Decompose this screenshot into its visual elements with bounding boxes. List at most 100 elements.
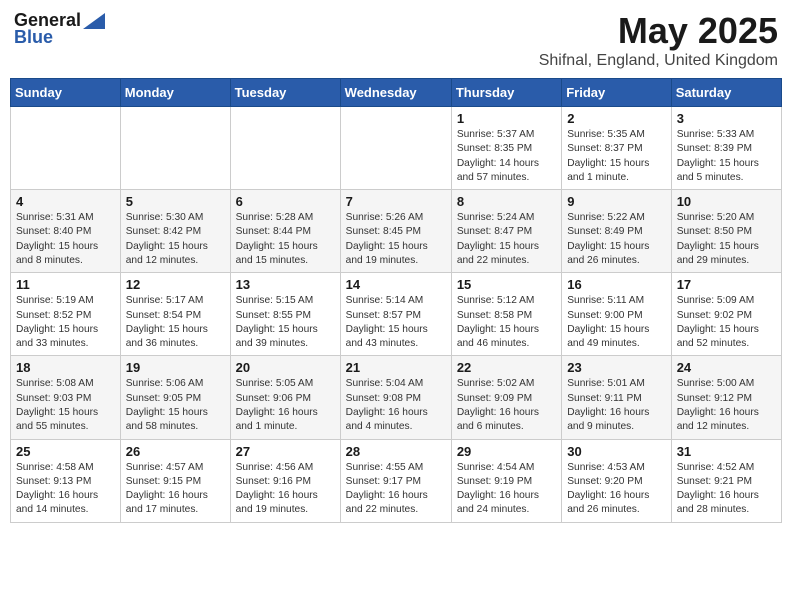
day-number: 23 <box>567 360 665 375</box>
day-number: 19 <box>126 360 225 375</box>
day-number: 20 <box>236 360 335 375</box>
cell-text: Sunset: 8:40 PM <box>16 225 115 239</box>
day-number: 8 <box>457 194 556 209</box>
calendar-cell: 10Sunrise: 5:20 AMSunset: 8:50 PMDayligh… <box>671 190 781 273</box>
cell-text: Daylight: 16 hours and 22 minutes. <box>346 489 446 518</box>
day-number: 7 <box>346 194 446 209</box>
cell-text: Sunset: 9:02 PM <box>677 309 776 323</box>
calendar-cell: 11Sunrise: 5:19 AMSunset: 8:52 PMDayligh… <box>11 273 121 356</box>
cell-text: Daylight: 15 hours and 46 minutes. <box>457 323 556 352</box>
cell-text: Sunset: 9:12 PM <box>677 392 776 406</box>
day-number: 26 <box>126 444 225 459</box>
day-number: 30 <box>567 444 665 459</box>
cell-text: Sunrise: 4:52 AM <box>677 461 776 475</box>
cell-text: Sunset: 9:21 PM <box>677 475 776 489</box>
cell-text: Sunset: 8:55 PM <box>236 309 335 323</box>
calendar-day-header: Sunday <box>11 79 121 107</box>
day-number: 6 <box>236 194 335 209</box>
day-number: 10 <box>677 194 776 209</box>
cell-text: Sunrise: 5:00 AM <box>677 377 776 391</box>
logo-icon <box>83 13 105 29</box>
day-number: 27 <box>236 444 335 459</box>
cell-text: Sunset: 8:45 PM <box>346 225 446 239</box>
calendar-cell: 23Sunrise: 5:01 AMSunset: 9:11 PMDayligh… <box>562 356 671 439</box>
calendar-day-header: Tuesday <box>230 79 340 107</box>
cell-text: Sunset: 8:58 PM <box>457 309 556 323</box>
day-number: 9 <box>567 194 665 209</box>
cell-text: Daylight: 16 hours and 19 minutes. <box>236 489 335 518</box>
cell-text: Sunrise: 5:02 AM <box>457 377 556 391</box>
cell-text: Sunset: 9:20 PM <box>567 475 665 489</box>
calendar-cell: 3Sunrise: 5:33 AMSunset: 8:39 PMDaylight… <box>671 107 781 190</box>
cell-text: Sunrise: 5:24 AM <box>457 211 556 225</box>
calendar-cell: 21Sunrise: 5:04 AMSunset: 9:08 PMDayligh… <box>340 356 451 439</box>
calendar-cell: 15Sunrise: 5:12 AMSunset: 8:58 PMDayligh… <box>451 273 561 356</box>
day-number: 18 <box>16 360 115 375</box>
cell-text: Daylight: 15 hours and 22 minutes. <box>457 240 556 269</box>
cell-text: Sunrise: 5:30 AM <box>126 211 225 225</box>
cell-text: Sunset: 9:05 PM <box>126 392 225 406</box>
calendar-cell <box>230 107 340 190</box>
calendar-cell: 6Sunrise: 5:28 AMSunset: 8:44 PMDaylight… <box>230 190 340 273</box>
day-number: 3 <box>677 111 776 126</box>
cell-text: Daylight: 16 hours and 9 minutes. <box>567 406 665 435</box>
day-number: 13 <box>236 277 335 292</box>
cell-text: Sunset: 9:16 PM <box>236 475 335 489</box>
cell-text: Daylight: 15 hours and 33 minutes. <box>16 323 115 352</box>
cell-text: Daylight: 15 hours and 52 minutes. <box>677 323 776 352</box>
day-number: 24 <box>677 360 776 375</box>
cell-text: Sunset: 8:37 PM <box>567 142 665 156</box>
day-number: 21 <box>346 360 446 375</box>
cell-text: Sunset: 8:49 PM <box>567 225 665 239</box>
cell-text: Sunrise: 5:01 AM <box>567 377 665 391</box>
cell-text: Daylight: 15 hours and 12 minutes. <box>126 240 225 269</box>
cell-text: Sunrise: 5:15 AM <box>236 294 335 308</box>
calendar-cell: 7Sunrise: 5:26 AMSunset: 8:45 PMDaylight… <box>340 190 451 273</box>
calendar-cell: 14Sunrise: 5:14 AMSunset: 8:57 PMDayligh… <box>340 273 451 356</box>
calendar-cell: 13 Sunrise: 5:15 AMSunset: 8:55 PMDayligh… <box>230 273 340 356</box>
cell-text: Sunrise: 5:11 AM <box>567 294 665 308</box>
cell-text: Daylight: 16 hours and 6 minutes. <box>457 406 556 435</box>
calendar-week-row: 4Sunrise: 5:31 AMSunset: 8:40 PMDaylight… <box>11 190 782 273</box>
calendar-cell: 20Sunrise: 5:05 AMSunset: 9:06 PMDayligh… <box>230 356 340 439</box>
cell-text: Sunrise: 5:26 AM <box>346 211 446 225</box>
cell-text: Daylight: 15 hours and 39 minutes. <box>236 323 335 352</box>
calendar-header-row: SundayMondayTuesdayWednesdayThursdayFrid… <box>11 79 782 107</box>
cell-text: Daylight: 15 hours and 36 minutes. <box>126 323 225 352</box>
calendar-day-header: Thursday <box>451 79 561 107</box>
title-block: May 2025 Shifnal, England, United Kingdo… <box>539 10 778 70</box>
day-number: 31 <box>677 444 776 459</box>
day-number: 29 <box>457 444 556 459</box>
logo: General Blue <box>14 10 105 48</box>
cell-text: Sunset: 9:17 PM <box>346 475 446 489</box>
calendar-cell: 2Sunrise: 5:35 AMSunset: 8:37 PMDaylight… <box>562 107 671 190</box>
cell-text: Daylight: 15 hours and 29 minutes. <box>677 240 776 269</box>
calendar-cell: 27Sunrise: 4:56 AMSunset: 9:16 PMDayligh… <box>230 439 340 522</box>
day-number: 11 <box>16 277 115 292</box>
cell-text: Sunset: 8:57 PM <box>346 309 446 323</box>
cell-text: Sunrise: 5:22 AM <box>567 211 665 225</box>
calendar-cell: 1Sunrise: 5:37 AMSunset: 8:35 PMDaylight… <box>451 107 561 190</box>
calendar-cell: 29Sunrise: 4:54 AMSunset: 9:19 PMDayligh… <box>451 439 561 522</box>
calendar-cell: 28Sunrise: 4:55 AMSunset: 9:17 PMDayligh… <box>340 439 451 522</box>
cell-text: Sunset: 8:44 PM <box>236 225 335 239</box>
cell-text: Daylight: 16 hours and 12 minutes. <box>677 406 776 435</box>
cell-text: Sunrise: 5:17 AM <box>126 294 225 308</box>
cell-text: Sunrise: 5:33 AM <box>677 128 776 142</box>
cell-text: Daylight: 16 hours and 14 minutes. <box>16 489 115 518</box>
calendar-day-header: Monday <box>120 79 230 107</box>
cell-text: Daylight: 16 hours and 17 minutes. <box>126 489 225 518</box>
calendar-cell: 9Sunrise: 5:22 AMSunset: 8:49 PMDaylight… <box>562 190 671 273</box>
calendar-cell <box>120 107 230 190</box>
calendar-week-row: 18Sunrise: 5:08 AMSunset: 9:03 PMDayligh… <box>11 356 782 439</box>
cell-text: Sunset: 9:06 PM <box>236 392 335 406</box>
cell-text: Sunset: 8:47 PM <box>457 225 556 239</box>
day-number: 2 <box>567 111 665 126</box>
day-number: 5 <box>126 194 225 209</box>
calendar-cell: 18Sunrise: 5:08 AMSunset: 9:03 PMDayligh… <box>11 356 121 439</box>
cell-text: Daylight: 15 hours and 5 minutes. <box>677 157 776 186</box>
calendar-cell: 30Sunrise: 4:53 AMSunset: 9:20 PMDayligh… <box>562 439 671 522</box>
calendar-week-row: 11Sunrise: 5:19 AMSunset: 8:52 PMDayligh… <box>11 273 782 356</box>
calendar-cell: 16Sunrise: 5:11 AMSunset: 9:00 PMDayligh… <box>562 273 671 356</box>
cell-text: Daylight: 15 hours and 58 minutes. <box>126 406 225 435</box>
